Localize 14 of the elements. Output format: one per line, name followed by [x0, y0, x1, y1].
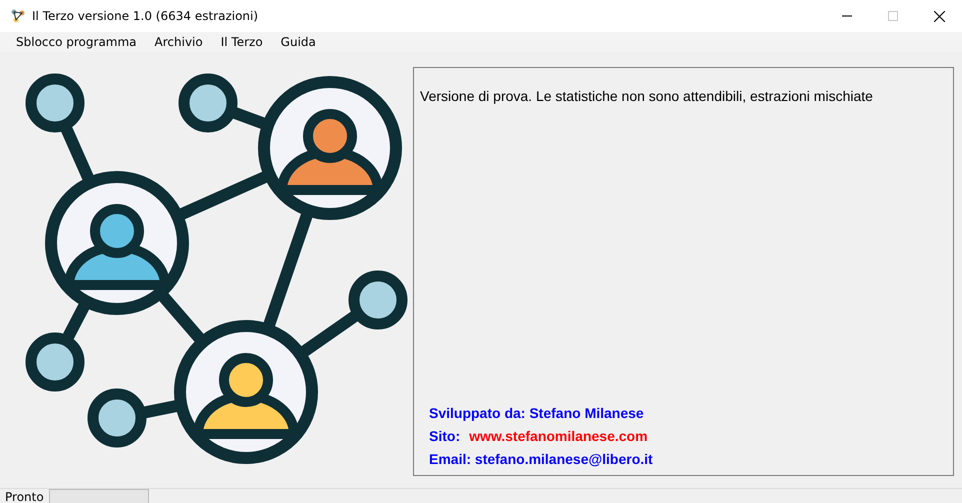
- email-text: Email: stefano.milanese@libero.it: [429, 451, 654, 467]
- close-icon: [934, 10, 944, 22]
- site-link[interactable]: www.stefanomilanese.com: [469, 428, 648, 444]
- window-title: Il Terzo versione 1.0 (6634 estrazioni): [32, 9, 258, 23]
- menu-item[interactable]: Archivio: [146, 32, 212, 52]
- menu-item[interactable]: Il Terzo: [212, 32, 272, 52]
- menu-item[interactable]: Sblocco programma: [7, 32, 146, 52]
- developer-text: Sviluppato da: Stefano Milanese: [429, 405, 645, 421]
- app-icon: [10, 8, 26, 24]
- status-text: Pronto: [5, 490, 44, 503]
- menu-item[interactable]: Guida: [272, 32, 325, 52]
- notice-text: Versione di prova. Le statistiche non sono attendibili, estrazioni mischiate: [420, 88, 874, 104]
- site-label: Sito:: [429, 428, 460, 444]
- maximize-icon: [888, 11, 898, 21]
